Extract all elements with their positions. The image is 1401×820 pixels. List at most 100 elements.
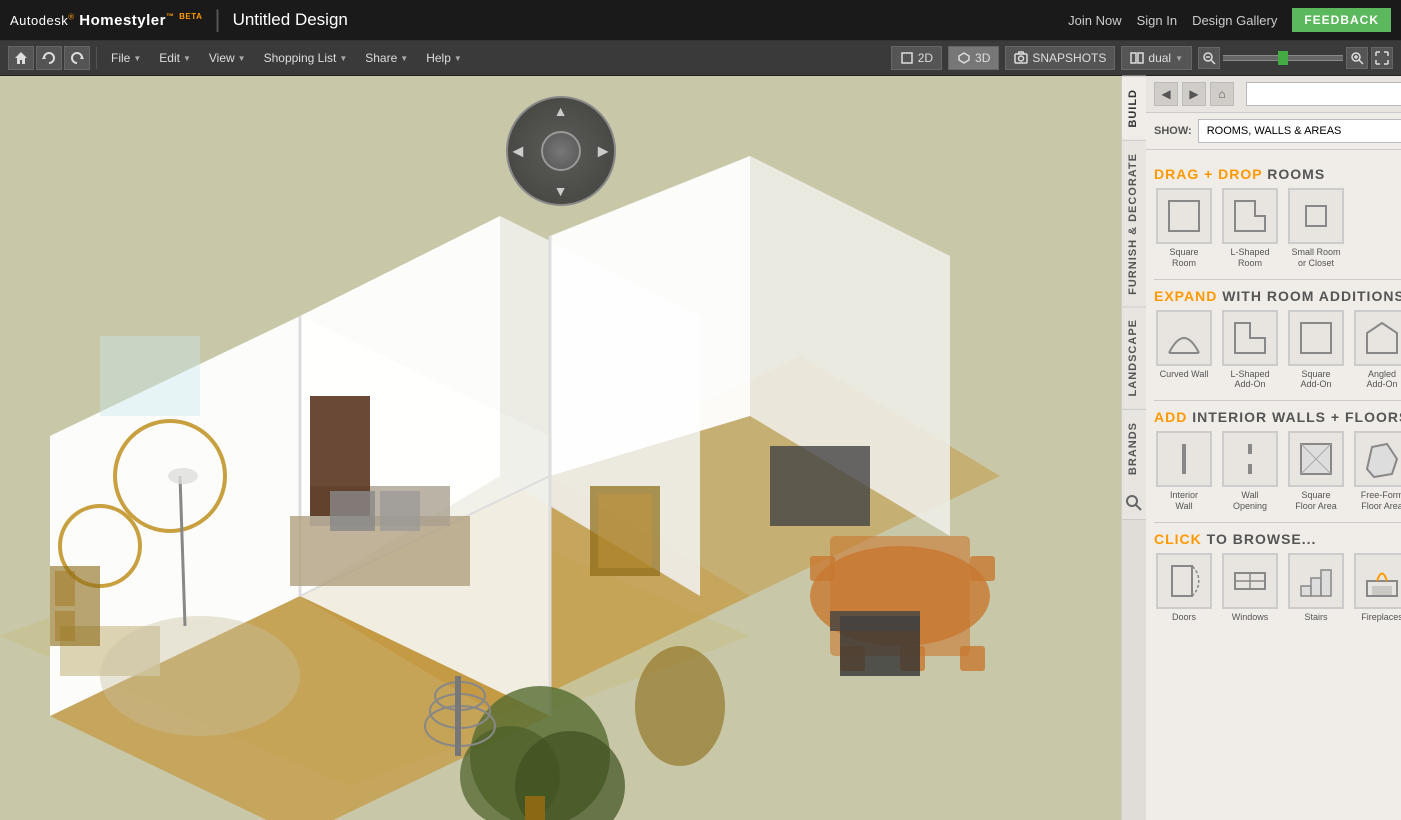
help-menu-arrow: ▼ [454, 54, 462, 63]
l-shaped-addon-icon [1222, 310, 1278, 366]
nav-forward-button[interactable]: ▶ [1182, 82, 1206, 106]
panel-navigation: ◀ ▶ ⌂ [1146, 76, 1401, 113]
3d-view-button[interactable]: 3D [948, 46, 999, 70]
dual-view-button[interactable]: dual ▼ [1121, 46, 1192, 70]
furnish-decorate-tab[interactable]: FURNISH & DECORATE [1122, 140, 1146, 307]
top-right-nav: Join Now Sign In Design Gallery FEEDBACK [1068, 8, 1391, 32]
l-shaped-room-item[interactable]: L-ShapedRoom [1220, 188, 1280, 269]
square-addon-item[interactable]: SquareAdd-On [1286, 310, 1346, 391]
zoom-controls [1198, 47, 1393, 69]
square-room-item[interactable]: SquareRoom [1154, 188, 1214, 269]
search-input[interactable] [1246, 82, 1401, 106]
redo-button[interactable] [64, 46, 90, 70]
title-divider: | [214, 6, 220, 34]
l-shaped-addon-item[interactable]: L-ShapedAdd-On [1220, 310, 1280, 391]
help-menu-button[interactable]: Help ▼ [418, 41, 470, 76]
section-divider-2 [1154, 400, 1401, 401]
square-floor-icon [1288, 431, 1344, 487]
angled-addon-label: AngledAdd-On [1366, 369, 1397, 391]
toolbar: File ▼ Edit ▼ View ▼ Shopping List ▼ Sha… [0, 41, 1401, 76]
nav-home-button[interactable]: ⌂ [1210, 82, 1234, 106]
file-menu-arrow: ▼ [133, 54, 141, 63]
share-menu-button[interactable]: Share ▼ [357, 41, 416, 76]
canvas-area[interactable]: ▲ ▼ ◀ ▶ [0, 76, 1121, 820]
homestyler-label: Homestyler™ [79, 12, 174, 29]
free-form-floor-item[interactable]: Free-FormFloor Area [1352, 431, 1401, 512]
l-shaped-addon-label: L-ShapedAdd-On [1230, 369, 1269, 391]
autodesk-label: Autodesk® [10, 13, 75, 28]
search-tab[interactable] [1122, 487, 1146, 520]
toolbar-right: 2D 3D SNAPSHOTS dual ▼ [891, 46, 1393, 70]
brands-tab[interactable]: BRANDS [1122, 409, 1146, 487]
build-tab[interactable]: BUILD [1122, 76, 1146, 140]
2d-view-button[interactable]: 2D [891, 46, 942, 70]
zoom-in-button[interactable] [1346, 47, 1368, 69]
add-walls-header-normal: INTERIOR WALLS + FLOORS [1192, 409, 1401, 425]
house-view [0, 76, 1121, 820]
stairs-item[interactable]: Stairs [1286, 553, 1346, 623]
edit-menu-button[interactable]: Edit ▼ [151, 41, 199, 76]
wall-opening-icon [1222, 431, 1278, 487]
top-bar: Autodesk® Homestyler™ BETA | Untitled De… [0, 0, 1401, 41]
drag-drop-items: SquareRoom L-ShapedRoom Smal [1154, 188, 1401, 269]
zoom-out-button[interactable] [1198, 47, 1220, 69]
interior-wall-label: InteriorWall [1170, 490, 1198, 512]
expand-header-normal: WITH ROOM ADDITIONS [1222, 288, 1401, 304]
show-dropdown[interactable]: ROOMS, WALLS & AREAS [1198, 119, 1401, 143]
small-room-item[interactable]: Small Roomor Closet [1286, 188, 1346, 269]
panel-content: ◀ ▶ ⌂ SHOW: ROOMS, WALLS & AREAS [1146, 76, 1401, 820]
view-menu-button[interactable]: View ▼ [201, 41, 254, 76]
doors-label: Doors [1172, 612, 1196, 623]
l-shaped-room-label: L-ShapedRoom [1230, 247, 1269, 269]
shopping-list-menu-button[interactable]: Shopping List ▼ [256, 41, 356, 76]
home-button[interactable] [8, 46, 34, 70]
nav-back-button[interactable]: ◀ [1154, 82, 1178, 106]
square-floor-item[interactable]: SquareFloor Area [1286, 431, 1346, 512]
show-selector: SHOW: ROOMS, WALLS & AREAS [1146, 113, 1401, 150]
fullscreen-button[interactable] [1371, 47, 1393, 69]
stairs-icon [1288, 553, 1344, 609]
free-form-floor-icon [1354, 431, 1401, 487]
small-room-icon [1288, 188, 1344, 244]
wall-opening-item[interactable]: WallOpening [1220, 431, 1280, 512]
landscape-tab[interactable]: LANDSCAPE [1122, 306, 1146, 408]
click-browse-header-normal: TO BROWSE... [1207, 531, 1317, 547]
doors-icon [1156, 553, 1212, 609]
view-menu-arrow: ▼ [238, 54, 246, 63]
click-browse-header: CLICK TO BROWSE... [1154, 531, 1401, 547]
section-divider-1 [1154, 279, 1401, 280]
logo-text: Autodesk® Homestyler™ BETA [10, 12, 202, 29]
windows-label: Windows [1232, 612, 1269, 623]
square-addon-label: SquareAdd-On [1300, 369, 1331, 391]
logo-area: Autodesk® Homestyler™ BETA [10, 12, 202, 29]
add-walls-items: InteriorWall WallOpening Squ [1154, 431, 1401, 512]
design-title: Untitled Design [233, 10, 348, 30]
show-label: SHOW: [1154, 125, 1192, 137]
small-room-label: Small Roomor Closet [1291, 247, 1340, 269]
shopping-list-arrow: ▼ [339, 54, 347, 63]
search-box [1246, 82, 1401, 106]
file-menu-button[interactable]: File ▼ [103, 41, 149, 76]
curved-wall-item[interactable]: Curved Wall [1154, 310, 1214, 391]
windows-item[interactable]: Windows [1220, 553, 1280, 623]
undo-button[interactable] [36, 46, 62, 70]
panel-body: DRAG + DROP ROOMS SquareRoom [1146, 150, 1401, 820]
join-now-link[interactable]: Join Now [1068, 13, 1121, 28]
fireplaces-item[interactable]: Fireplaces [1352, 553, 1401, 623]
angled-addon-item[interactable]: AngledAdd-On [1352, 310, 1401, 391]
design-gallery-link[interactable]: Design Gallery [1192, 13, 1277, 28]
sign-in-link[interactable]: Sign In [1137, 13, 1177, 28]
l-shaped-room-icon [1222, 188, 1278, 244]
snapshots-button[interactable]: SNAPSHOTS [1005, 46, 1115, 70]
zoom-slider[interactable] [1223, 55, 1343, 61]
share-menu-arrow: ▼ [400, 54, 408, 63]
drag-drop-header-normal: ROOMS [1267, 166, 1325, 182]
feedback-button[interactable]: FEEDBACK [1292, 8, 1391, 32]
add-walls-header: ADD INTERIOR WALLS + FLOORS [1154, 409, 1401, 425]
drag-drop-header: DRAG + DROP ROOMS [1154, 166, 1401, 182]
curved-wall-icon [1156, 310, 1212, 366]
square-room-icon [1156, 188, 1212, 244]
interior-wall-item[interactable]: InteriorWall [1154, 431, 1214, 512]
dual-arrow: ▼ [1175, 54, 1183, 63]
doors-item[interactable]: Doors [1154, 553, 1214, 623]
